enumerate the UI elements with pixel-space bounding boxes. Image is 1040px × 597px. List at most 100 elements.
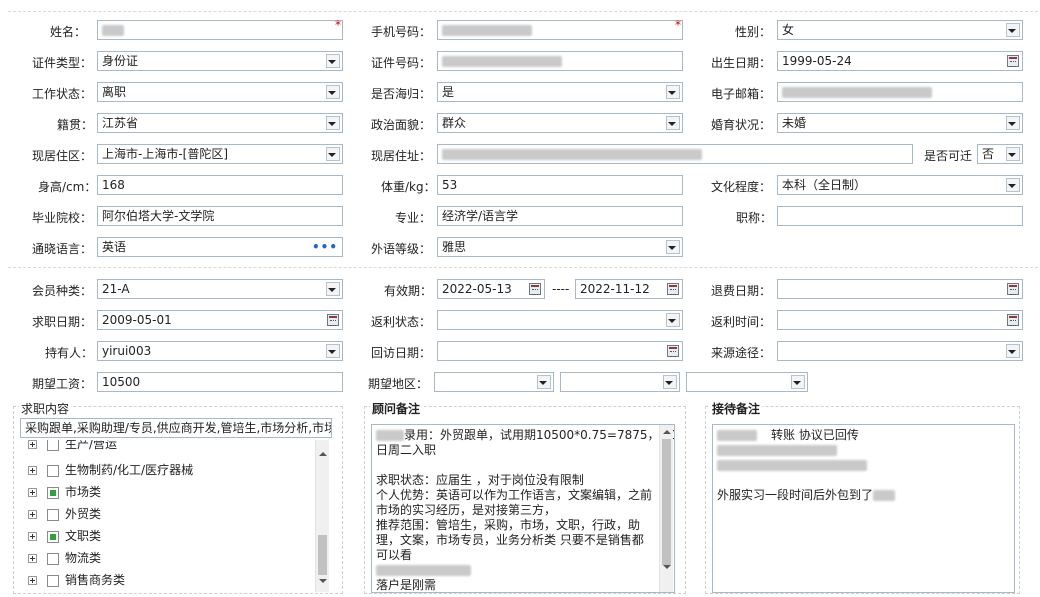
- email-input[interactable]: [777, 82, 1023, 102]
- reception-notes-textarea[interactable]: 转账 协议已回传 外服实习一段时间后外包到了: [712, 424, 1015, 593]
- section-divider: [8, 267, 1038, 268]
- major-input[interactable]: 经济学/语言学: [437, 206, 683, 226]
- title-input[interactable]: [777, 206, 1023, 226]
- expand-icon[interactable]: [28, 488, 37, 497]
- reception-notes-title: 接待备注: [710, 400, 763, 417]
- returnee-label: 是否海归：: [371, 87, 432, 101]
- height-input[interactable]: 168: [97, 175, 343, 195]
- relocate-select[interactable]: 否: [977, 144, 1023, 164]
- scroll-down-icon[interactable]: [319, 579, 327, 583]
- tree-scrollbar[interactable]: [315, 440, 329, 592]
- email-label: 电子邮箱：: [711, 87, 772, 101]
- checkbox[interactable]: [47, 508, 59, 521]
- work-status-select[interactable]: 离职: [97, 82, 343, 102]
- expand-icon[interactable]: [28, 510, 37, 519]
- name-input[interactable]: [97, 20, 343, 40]
- area-province-select[interactable]: [434, 372, 554, 392]
- height-label: 身高/cm：: [38, 180, 97, 194]
- school-label: 毕业院校：: [32, 211, 93, 225]
- scroll-up-icon[interactable]: [319, 452, 327, 456]
- chevron-down-icon: [793, 381, 801, 385]
- gender-select[interactable]: 女: [777, 20, 1023, 40]
- rebate-time-input[interactable]: [777, 310, 1023, 330]
- scroll-down-icon[interactable]: [663, 565, 671, 569]
- holder-select[interactable]: yirui003: [97, 341, 343, 361]
- region-label: 现居住区：: [32, 149, 93, 163]
- expand-icon[interactable]: [28, 576, 37, 585]
- consultant-notes-textarea[interactable]: 录用：外贸跟单，试用期10500*0.75=7875，9.13 日周二入职 求职…: [371, 424, 675, 593]
- scroll-up-icon[interactable]: [663, 430, 671, 434]
- chevron-down-icon: [539, 381, 547, 385]
- job-content-title: 求职内容: [19, 400, 72, 417]
- expand-icon[interactable]: [28, 554, 37, 563]
- member-type-label: 会员种类：: [32, 284, 93, 298]
- tree-item[interactable]: 生产/营运: [28, 440, 117, 455]
- birth-label: 出生日期：: [711, 56, 772, 70]
- weight-label: 体重/kg：: [381, 180, 436, 194]
- id-number-label: 证件号码：: [371, 56, 432, 70]
- tree-item[interactable]: 市场类: [28, 481, 101, 503]
- chevron-down-icon: [1008, 184, 1016, 188]
- tree-item[interactable]: 外贸类: [28, 503, 101, 525]
- calendar-icon[interactable]: [1007, 314, 1019, 326]
- calendar-icon[interactable]: [1007, 55, 1019, 67]
- refund-date-input[interactable]: [777, 279, 1023, 299]
- weight-input[interactable]: 53: [437, 175, 683, 195]
- calendar-icon[interactable]: [1007, 283, 1019, 295]
- calendar-icon[interactable]: [667, 283, 679, 295]
- scroll-thumb[interactable]: [318, 535, 327, 575]
- job-content-summary[interactable]: 采购跟单,采购助理/专员,供应商开发,管培生,市场分析,市场: [20, 418, 332, 438]
- expand-icon[interactable]: [28, 532, 37, 541]
- chevron-down-icon: [1008, 350, 1016, 354]
- mobile-input[interactable]: [437, 20, 683, 40]
- native-place-select[interactable]: 江苏省: [97, 113, 343, 133]
- valid-from-input[interactable]: 2022-05-13: [437, 279, 545, 299]
- more-icon[interactable]: •••: [312, 241, 338, 253]
- top-divider: [8, 11, 1038, 12]
- area-city-select[interactable]: [560, 372, 680, 392]
- calendar-icon[interactable]: [529, 283, 541, 295]
- id-number-input[interactable]: [437, 51, 683, 71]
- political-select[interactable]: 群众: [437, 113, 683, 133]
- checkbox-checked[interactable]: [47, 486, 59, 499]
- rebate-status-select[interactable]: [437, 310, 683, 330]
- address-input[interactable]: [437, 144, 913, 164]
- area-district-select[interactable]: [686, 372, 808, 392]
- visit-date-input[interactable]: [437, 341, 683, 361]
- id-type-select[interactable]: 身份证: [97, 51, 343, 71]
- apply-date-input[interactable]: 2009-05-01: [97, 310, 343, 330]
- calendar-icon[interactable]: [327, 314, 339, 326]
- returnee-select[interactable]: 是: [437, 82, 683, 102]
- expand-icon[interactable]: [28, 440, 37, 449]
- gender-label: 性别：: [735, 25, 772, 39]
- region-select[interactable]: 上海市-上海市-[普陀区]: [97, 144, 343, 164]
- calendar-icon[interactable]: [667, 345, 679, 357]
- work-status-label: 工作状态：: [32, 87, 93, 101]
- expand-icon[interactable]: [28, 466, 37, 475]
- valid-to-input[interactable]: 2022-11-12: [575, 279, 683, 299]
- checkbox[interactable]: [47, 574, 59, 587]
- source-select[interactable]: [777, 341, 1023, 361]
- apply-date-label: 求职日期：: [32, 315, 93, 329]
- birth-date-input[interactable]: 1999-05-24: [777, 51, 1023, 71]
- checkbox[interactable]: [47, 464, 59, 477]
- language-input[interactable]: 英语 •••: [97, 237, 343, 257]
- salary-input[interactable]: 10500: [97, 372, 343, 392]
- checkbox-checked[interactable]: [47, 530, 59, 543]
- school-input[interactable]: 阿尔伯塔大学-文学院: [97, 206, 343, 226]
- tree-item[interactable]: 生物制药/化工/医疗器械: [28, 459, 193, 481]
- tree-item[interactable]: 物流类: [28, 547, 101, 569]
- notes-scrollbar[interactable]: [659, 425, 673, 592]
- scroll-thumb[interactable]: [662, 439, 671, 565]
- title-label: 职称：: [736, 211, 773, 225]
- tree-item[interactable]: 文职类: [28, 525, 101, 547]
- job-category-tree: 生产/营运 生物制药/化工/医疗器械 市场类 外贸类 文职类 物流类 销售商务类: [20, 440, 332, 592]
- education-select[interactable]: 本科（全日制）: [777, 175, 1023, 195]
- checkbox[interactable]: [47, 552, 59, 565]
- checkbox[interactable]: [47, 440, 59, 451]
- mobile-label: 手机号码：: [371, 25, 432, 39]
- tree-item[interactable]: 销售商务类: [28, 569, 125, 591]
- lang-level-select[interactable]: 雅思: [437, 237, 683, 257]
- marital-select[interactable]: 未婚: [777, 113, 1023, 133]
- member-type-select[interactable]: 21-A: [97, 279, 343, 299]
